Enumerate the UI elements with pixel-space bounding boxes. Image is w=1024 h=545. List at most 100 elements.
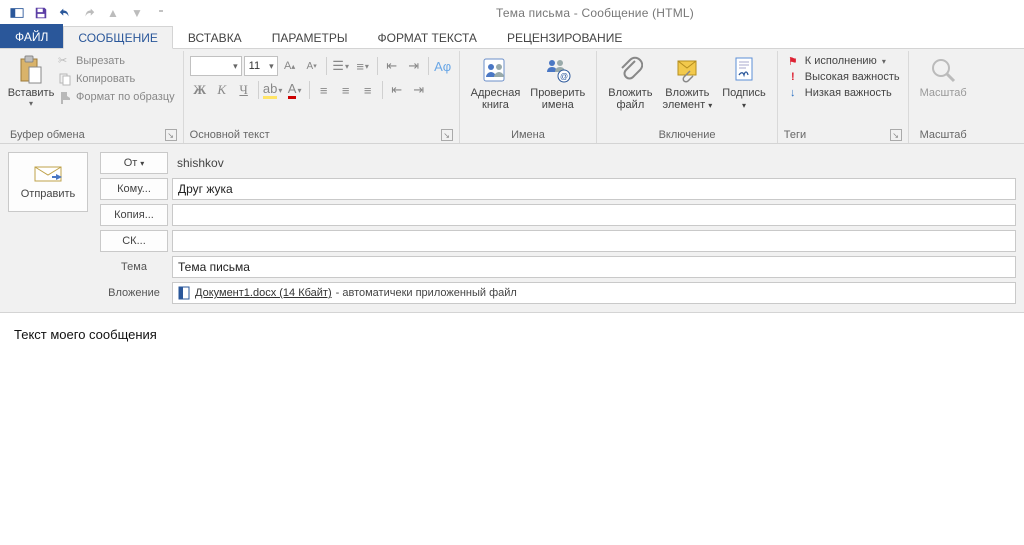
separator [382, 81, 383, 99]
group-font: 11 A▴ A▾ ☰ ≡ ⇤ ⇥ Aφ Ж К Ч ab A ≡ [184, 51, 460, 143]
format-painter-button[interactable]: Формат по образцу [56, 89, 177, 105]
flag-icon: ⚑ [786, 54, 800, 68]
align-left-icon[interactable]: ≡ [314, 80, 334, 100]
paste-dropdown-icon[interactable]: ▾ [29, 99, 33, 108]
underline-button[interactable]: Ч [234, 80, 254, 100]
group-include-label: Включение [659, 129, 716, 141]
separator [428, 57, 429, 75]
from-value: shishkov [172, 152, 1016, 174]
follow-up-button[interactable]: ⚑ К исполнению ▾ [786, 54, 900, 68]
cc-button[interactable]: Копия... [100, 204, 168, 226]
align-right-icon[interactable]: ≡ [358, 80, 378, 100]
quick-access-toolbar: ▲ ▼ ⁼ [6, 2, 172, 24]
subject-input[interactable] [172, 256, 1016, 278]
tab-options[interactable]: ПАРАМЕТРЫ [257, 26, 363, 48]
from-label: От [124, 157, 138, 169]
paperclip-icon [614, 54, 646, 86]
attach-item-label1: Вложить [665, 87, 709, 99]
attach-item-label2: элемент [662, 99, 705, 111]
attachment-box[interactable]: Документ1.docx (14 Кбайт) - автоматичеки… [172, 282, 1016, 304]
shrink-font-icon[interactable]: A▾ [302, 56, 322, 76]
attachment-label: Вложение [100, 287, 168, 299]
check-names-label1: Проверить [530, 87, 585, 99]
font-size-combo[interactable]: 11 [244, 56, 278, 76]
from-button[interactable]: От ▾ [100, 152, 168, 174]
dialog-launcher-icon[interactable]: ↘ [165, 129, 177, 141]
attach-item-button[interactable]: Вложитьэлемент ▾ [657, 53, 717, 127]
address-book-label2: книга [482, 99, 509, 111]
arrow-up-icon[interactable]: ▲ [102, 2, 124, 24]
low-importance-label: Низкая важность [805, 87, 892, 99]
zoom-label: Масштаб [920, 87, 967, 99]
qat-more-icon[interactable]: ⁼ [150, 2, 172, 24]
high-importance-button[interactable]: ! Высокая важность [786, 70, 900, 84]
message-body[interactable]: Текст моего сообщения [0, 313, 1024, 356]
separator [377, 57, 378, 75]
decrease-indent-icon[interactable]: ⇤ [387, 80, 407, 100]
highlight-icon[interactable]: ab [263, 80, 283, 100]
app-icon[interactable] [6, 2, 28, 24]
font-name-combo[interactable] [190, 56, 242, 76]
separator [309, 81, 310, 99]
send-button[interactable]: Отправить [8, 152, 88, 212]
copy-button[interactable]: Копировать [56, 71, 177, 87]
tab-insert[interactable]: ВСТАВКА [173, 26, 257, 48]
low-importance-button[interactable]: ↓ Низкая важность [786, 86, 900, 100]
numbering-icon[interactable]: ≡ [353, 56, 373, 76]
indent-left-icon[interactable]: ⇤ [382, 56, 402, 76]
attach-file-button[interactable]: Вложитьфайл [603, 53, 657, 127]
cut-button[interactable]: ✂Вырезать [56, 53, 177, 69]
clear-formatting-icon[interactable]: Aφ [433, 56, 453, 76]
zoom-button[interactable]: Масштаб [915, 53, 972, 127]
check-names-button[interactable]: @ Проверитьимена [525, 53, 590, 127]
arrow-down-icon[interactable]: ▼ [126, 2, 148, 24]
attachment-note: - автоматичеки приложенный файл [336, 287, 517, 299]
to-input[interactable] [172, 178, 1016, 200]
bcc-input[interactable] [172, 230, 1016, 252]
tab-review[interactable]: РЕЦЕНЗИРОВАНИЕ [492, 26, 637, 48]
dialog-launcher-icon[interactable]: ↘ [890, 129, 902, 141]
group-tags-label: Теги [784, 129, 806, 141]
attach-item-icon [671, 54, 703, 86]
subject-label: Тема [100, 261, 168, 273]
redo-icon[interactable] [78, 2, 100, 24]
ribbon: Вставить ▾ ✂Вырезать Копировать Формат п… [0, 49, 1024, 144]
address-book-icon [479, 54, 511, 86]
follow-up-label: К исполнению [805, 55, 877, 67]
copy-label: Копировать [76, 73, 135, 85]
message-header-form: Отправить От ▾ shishkov Кому... Копия...… [0, 144, 1024, 313]
italic-button[interactable]: К [212, 80, 232, 100]
undo-icon[interactable] [54, 2, 76, 24]
cc-input[interactable] [172, 204, 1016, 226]
align-center-icon[interactable]: ≡ [336, 80, 356, 100]
cut-label: Вырезать [76, 55, 125, 67]
group-zoom-label: Масштаб [920, 129, 967, 141]
bullets-icon[interactable]: ☰ [331, 56, 351, 76]
body-text: Текст моего сообщения [14, 327, 157, 342]
indent-right-icon[interactable]: ⇥ [404, 56, 424, 76]
group-names: Адреснаякнига @ Проверитьимена Имена [460, 51, 598, 143]
grow-font-icon[interactable]: A▴ [280, 56, 300, 76]
signature-button[interactable]: Подпись▾ [717, 53, 771, 127]
attachment-filename[interactable]: Документ1.docx (14 Кбайт) [195, 287, 332, 299]
dialog-launcher-icon[interactable]: ↘ [441, 129, 453, 141]
tab-format-text[interactable]: ФОРМАТ ТЕКСТА [362, 26, 491, 48]
envelope-icon [32, 164, 64, 184]
tab-message[interactable]: СООБЩЕНИЕ [63, 26, 173, 49]
tab-file[interactable]: ФАЙЛ [0, 24, 63, 48]
font-color-icon[interactable]: A [285, 80, 305, 100]
group-names-label: Имена [511, 129, 545, 141]
signature-icon [728, 54, 760, 86]
save-icon[interactable] [30, 2, 52, 24]
address-book-button[interactable]: Адреснаякнига [466, 53, 526, 127]
bold-button[interactable]: Ж [190, 80, 210, 100]
paste-button[interactable]: Вставить [8, 87, 55, 99]
attach-file-label1: Вложить [608, 87, 652, 99]
to-button[interactable]: Кому... [100, 178, 168, 200]
group-clipboard: Вставить ▾ ✂Вырезать Копировать Формат п… [4, 51, 184, 143]
paste-icon[interactable] [16, 53, 46, 87]
window-title: Тема письма - Сообщение (HTML) [172, 6, 1018, 20]
group-tags: ⚑ К исполнению ▾ ! Высокая важность ↓ Ни… [778, 51, 909, 143]
bcc-button[interactable]: СК... [100, 230, 168, 252]
increase-indent-icon[interactable]: ⇥ [409, 80, 429, 100]
